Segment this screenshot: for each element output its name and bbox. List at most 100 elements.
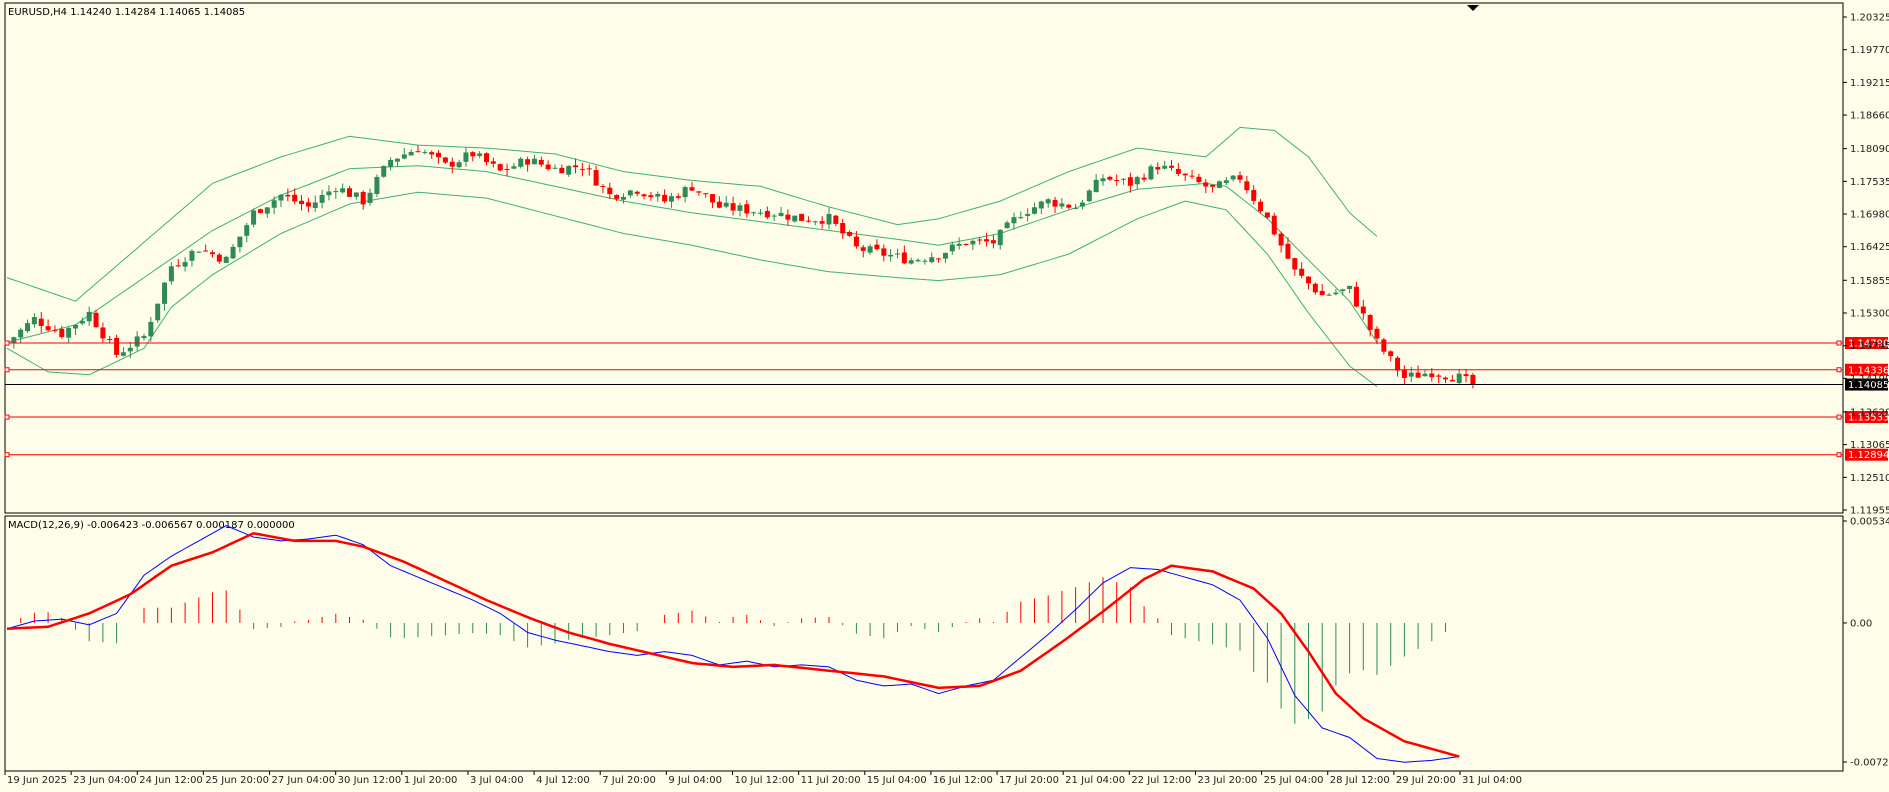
candle-body[interactable] <box>1244 181 1250 191</box>
candle-body[interactable] <box>1326 294 1332 296</box>
level-anchor-right[interactable] <box>1836 414 1842 420</box>
candle-body[interactable] <box>1100 178 1106 182</box>
candle-body[interactable] <box>1340 289 1346 292</box>
candle-body[interactable] <box>155 303 161 321</box>
candle-body[interactable] <box>970 240 976 245</box>
candle-body[interactable] <box>18 329 24 338</box>
candle-body[interactable] <box>936 258 942 260</box>
candle-body[interactable] <box>1038 201 1044 209</box>
candle-body[interactable] <box>929 257 935 263</box>
candle-body[interactable] <box>1353 286 1359 307</box>
candle-body[interactable] <box>744 204 750 214</box>
candle-body[interactable] <box>504 168 510 170</box>
candle-body[interactable] <box>1155 167 1161 170</box>
candle-body[interactable] <box>648 195 654 198</box>
level-anchor-left[interactable] <box>4 340 10 346</box>
candle-body[interactable] <box>230 246 236 259</box>
candle-body[interactable] <box>456 162 462 168</box>
candle-body[interactable] <box>792 215 798 222</box>
candle-body[interactable] <box>1182 173 1188 176</box>
candle-body[interactable] <box>1395 357 1401 371</box>
candle-body[interactable] <box>1216 181 1222 188</box>
candle-body[interactable] <box>888 254 894 257</box>
candle-body[interactable] <box>1449 379 1455 382</box>
candle-body[interactable] <box>895 253 900 255</box>
candle-body[interactable] <box>840 223 846 234</box>
candle-body[interactable] <box>305 202 311 207</box>
candle-body[interactable] <box>360 191 366 205</box>
candle-body[interactable] <box>1422 373 1428 377</box>
candle-body[interactable] <box>189 250 195 261</box>
candle-body[interactable] <box>1086 190 1092 202</box>
candle-body[interactable] <box>990 240 996 244</box>
candle-body[interactable] <box>120 352 126 356</box>
candle-body[interactable] <box>1127 177 1133 186</box>
candle-body[interactable] <box>874 244 880 250</box>
candle-body[interactable] <box>662 194 668 202</box>
candle-body[interactable] <box>881 248 887 256</box>
candle-body[interactable] <box>175 265 181 267</box>
candle-body[interactable] <box>73 324 78 329</box>
candle-body[interactable] <box>1175 168 1181 174</box>
candle-body[interactable] <box>1436 375 1442 377</box>
candle-body[interactable] <box>586 168 592 170</box>
candle-body[interactable] <box>518 158 524 167</box>
candle-body[interactable] <box>162 282 168 304</box>
candle-body[interactable] <box>915 259 921 262</box>
candle-body[interactable] <box>490 161 496 164</box>
candle-body[interactable] <box>257 209 263 213</box>
candle-body[interactable] <box>353 192 359 197</box>
level-anchor-left[interactable] <box>4 367 10 373</box>
candle-body[interactable] <box>956 243 962 246</box>
level-anchor-left[interactable] <box>4 452 10 458</box>
candle-body[interactable] <box>285 194 291 197</box>
candle-body[interactable] <box>86 311 92 322</box>
candle-body[interactable] <box>470 152 476 157</box>
shift-marker-icon[interactable] <box>1467 5 1479 11</box>
candle-body[interactable] <box>1141 177 1147 180</box>
level-anchor-right[interactable] <box>1836 340 1842 346</box>
candle-body[interactable] <box>730 203 736 211</box>
candle-body[interactable] <box>559 167 565 174</box>
candle-body[interactable] <box>1025 213 1031 216</box>
candle-body[interactable] <box>1045 199 1051 204</box>
candle-body[interactable] <box>1066 204 1072 208</box>
candle-body[interactable] <box>1429 373 1435 378</box>
candle-body[interactable] <box>1415 372 1421 378</box>
candle-body[interactable] <box>607 187 613 195</box>
candle-body[interactable] <box>1059 203 1065 207</box>
candle-body[interactable] <box>52 330 58 332</box>
candle-body[interactable] <box>1278 233 1284 246</box>
candle-body[interactable] <box>1121 178 1127 180</box>
candle-body[interactable] <box>1251 189 1257 201</box>
candle-body[interactable] <box>100 327 106 339</box>
candle-body[interactable] <box>984 239 990 242</box>
candle-body[interactable] <box>1093 179 1099 193</box>
candle-body[interactable] <box>1360 306 1366 314</box>
candle-body[interactable] <box>847 232 853 236</box>
candle-body[interactable] <box>525 159 531 165</box>
candle-body[interactable] <box>1374 328 1380 339</box>
candle-body[interactable] <box>696 191 702 193</box>
candle-body[interactable] <box>319 195 325 203</box>
candle-body[interactable] <box>566 165 572 175</box>
macd-panel[interactable] <box>4 515 1844 772</box>
candle-body[interactable] <box>833 215 839 224</box>
candle-body[interactable] <box>1189 175 1195 177</box>
candle-body[interactable] <box>237 236 243 248</box>
candle-body[interactable] <box>538 159 544 165</box>
candle-body[interactable] <box>312 202 318 208</box>
candle-body[interactable] <box>168 266 174 282</box>
candle-body[interactable] <box>1032 207 1037 214</box>
candle-body[interactable] <box>127 347 133 352</box>
candle-body[interactable] <box>1210 184 1216 187</box>
candle-body[interactable] <box>1319 290 1325 296</box>
candle-body[interactable] <box>922 260 928 262</box>
candle-body[interactable] <box>511 166 517 169</box>
candle-body[interactable] <box>278 194 284 201</box>
candle-body[interactable] <box>347 188 352 197</box>
candle-body[interactable] <box>723 202 729 207</box>
candle-body[interactable] <box>771 215 777 217</box>
candle-body[interactable] <box>682 187 688 198</box>
candle-body[interactable] <box>394 158 400 162</box>
